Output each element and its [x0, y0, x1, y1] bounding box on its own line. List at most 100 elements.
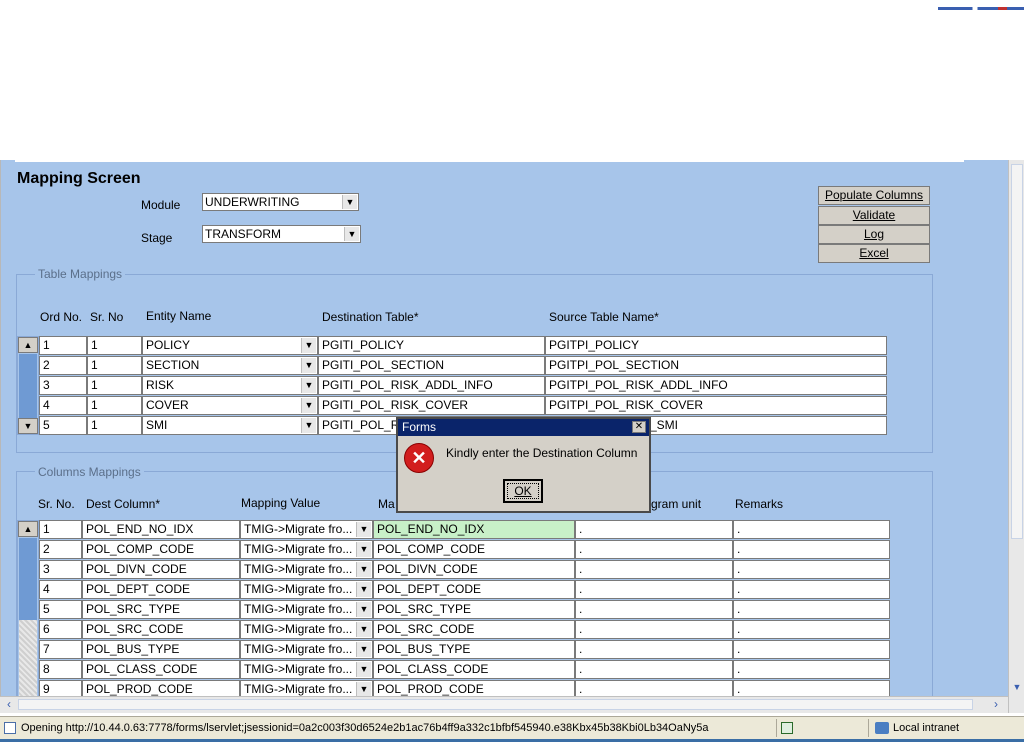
chevron-up-icon[interactable]: ▲	[18, 337, 38, 353]
destination-table-cell[interactable]: PGITI_POL_RISK_ADDL_INFO	[318, 376, 545, 395]
dest-column-cell[interactable]: POL_DEPT_CODE	[82, 580, 240, 599]
program-unit-cell[interactable]: .	[575, 580, 733, 599]
col-sr-no-cell[interactable]: 1	[39, 520, 82, 539]
source-table-cell[interactable]: PGITPI_POL_RISK_ADDL_INFO	[545, 376, 887, 395]
chevron-down-icon[interactable]: ▼	[356, 602, 371, 617]
ord-no-cell[interactable]: 5	[39, 416, 87, 435]
chevron-down-icon[interactable]: ▼	[356, 622, 371, 637]
chevron-down-icon[interactable]: ▼	[301, 378, 316, 393]
chevron-down-icon[interactable]: ▼	[301, 338, 316, 353]
destination-table-cell[interactable]: PGITI_POLICY	[318, 336, 545, 355]
col-sr-no-cell[interactable]: 8	[39, 660, 82, 679]
program-unit-cell[interactable]: .	[575, 600, 733, 619]
program-unit-cell[interactable]: .	[575, 540, 733, 559]
program-unit-cell[interactable]: .	[575, 620, 733, 639]
mapped-column-cell[interactable]: POL_END_NO_IDX	[373, 520, 575, 539]
populate-columns-button[interactable]: Populate Columns	[818, 186, 930, 205]
popup-blocker-icon[interactable]	[781, 722, 793, 734]
hscroll-thumb[interactable]	[18, 699, 973, 710]
ok-button[interactable]: OK	[503, 479, 543, 503]
col-sr-no-cell[interactable]: 4	[39, 580, 82, 599]
chevron-down-icon[interactable]: ▼	[301, 398, 316, 413]
sr-no-cell[interactable]: 1	[87, 416, 142, 435]
sr-no-cell[interactable]: 1	[87, 336, 142, 355]
scrollbar-thumb[interactable]	[19, 538, 37, 620]
destination-table-cell[interactable]: PGITI_POL_SECTION	[318, 356, 545, 375]
table-mappings-scrollbar[interactable]: ▲ ▼	[17, 336, 39, 435]
remarks-cell[interactable]: .	[733, 660, 890, 679]
entity-name-select[interactable]: SMI ▼	[142, 416, 318, 435]
dest-column-cell[interactable]: POL_BUS_TYPE	[82, 640, 240, 659]
excel-button[interactable]: Excel	[818, 244, 930, 263]
entity-name-select[interactable]: POLICY ▼	[142, 336, 318, 355]
chevron-up-icon[interactable]: ▲	[18, 521, 38, 537]
sr-no-cell[interactable]: 1	[87, 376, 142, 395]
mapping-value-select[interactable]: TMIG->Migrate fro... ▼	[240, 600, 373, 619]
source-table-cell[interactable]: PGITPI_POL_RISK_COVER	[545, 396, 887, 415]
mapped-column-cell[interactable]: POL_BUS_TYPE	[373, 640, 575, 659]
sr-no-cell[interactable]: 1	[87, 396, 142, 415]
dest-column-cell[interactable]: POL_COMP_CODE	[82, 540, 240, 559]
entity-name-select[interactable]: SECTION ▼	[142, 356, 318, 375]
program-unit-cell[interactable]: .	[575, 660, 733, 679]
program-unit-cell[interactable]: .	[575, 560, 733, 579]
col-sr-no-cell[interactable]: 2	[39, 540, 82, 559]
mapping-value-select[interactable]: TMIG->Migrate fro... ▼	[240, 620, 373, 639]
remarks-cell[interactable]: .	[733, 600, 890, 619]
scrollbar-track[interactable]	[19, 620, 37, 700]
column-mappings-scrollbar[interactable]: ▲	[17, 520, 39, 700]
chevron-left-icon[interactable]: ‹	[2, 698, 16, 711]
dialog-title-bar[interactable]: Forms	[398, 419, 649, 436]
col-sr-no-cell[interactable]: 7	[39, 640, 82, 659]
source-table-cell[interactable]: PGITPI_POLICY	[545, 336, 887, 355]
sr-no-cell[interactable]: 1	[87, 356, 142, 375]
mapped-column-cell[interactable]: POL_CLASS_CODE	[373, 660, 575, 679]
chevron-down-icon[interactable]: ▼	[356, 642, 371, 657]
chevron-down-icon[interactable]: ▼	[1010, 680, 1024, 694]
mapped-column-cell[interactable]: POL_DIVN_CODE	[373, 560, 575, 579]
chevron-down-icon[interactable]: ▼	[356, 682, 371, 697]
entity-name-select[interactable]: COVER ▼	[142, 396, 318, 415]
chevron-right-icon[interactable]: ›	[989, 698, 1003, 711]
remarks-cell[interactable]: .	[733, 620, 890, 639]
scrollbar-thumb[interactable]	[19, 354, 37, 418]
destination-table-cell[interactable]: PGITI_POL_RISK_COVER	[318, 396, 545, 415]
chevron-down-icon[interactable]: ▼	[301, 418, 316, 433]
remarks-cell[interactable]: .	[733, 560, 890, 579]
chevron-down-icon[interactable]: ▼	[356, 522, 371, 537]
entity-name-select[interactable]: RISK ▼	[142, 376, 318, 395]
chevron-down-icon[interactable]: ▼	[342, 195, 357, 209]
mapping-value-select[interactable]: TMIG->Migrate fro... ▼	[240, 660, 373, 679]
page-scroll-thumb[interactable]	[1011, 164, 1023, 539]
chevron-down-icon[interactable]: ▼	[356, 562, 371, 577]
chevron-down-icon[interactable]: ▼	[18, 418, 38, 434]
horizontal-scrollbar[interactable]: ‹ ›	[0, 696, 1008, 713]
dest-column-cell[interactable]: POL_CLASS_CODE	[82, 660, 240, 679]
stage-select[interactable]: TRANSFORM ▼	[202, 225, 361, 243]
dest-column-cell[interactable]: POL_SRC_TYPE	[82, 600, 240, 619]
dest-column-cell[interactable]: POL_DIVN_CODE	[82, 560, 240, 579]
remarks-cell[interactable]: .	[733, 640, 890, 659]
mapping-value-select[interactable]: TMIG->Migrate fro... ▼	[240, 560, 373, 579]
col-sr-no-cell[interactable]: 6	[39, 620, 82, 639]
validate-button[interactable]: Validate	[818, 206, 930, 225]
close-icon[interactable]: ✕	[632, 421, 646, 433]
ord-no-cell[interactable]: 2	[39, 356, 87, 375]
remarks-cell[interactable]: .	[733, 520, 890, 539]
ord-no-cell[interactable]: 4	[39, 396, 87, 415]
ord-no-cell[interactable]: 3	[39, 376, 87, 395]
chevron-down-icon[interactable]: ▼	[301, 358, 316, 373]
remarks-cell[interactable]: .	[733, 540, 890, 559]
dest-column-cell[interactable]: POL_END_NO_IDX	[82, 520, 240, 539]
page-vertical-scrollbar[interactable]: ▼	[1008, 160, 1024, 713]
mapping-value-select[interactable]: TMIG->Migrate fro... ▼	[240, 520, 373, 539]
mapping-value-select[interactable]: TMIG->Migrate fro... ▼	[240, 540, 373, 559]
dest-column-cell[interactable]: POL_SRC_CODE	[82, 620, 240, 639]
chevron-down-icon[interactable]: ▼	[344, 227, 359, 241]
mapped-column-cell[interactable]: POL_SRC_CODE	[373, 620, 575, 639]
module-select[interactable]: UNDERWRITING ▼	[202, 193, 359, 211]
source-table-cell[interactable]: PGITPI_POL_SECTION	[545, 356, 887, 375]
mapping-value-select[interactable]: TMIG->Migrate fro... ▼	[240, 640, 373, 659]
chevron-down-icon[interactable]: ▼	[356, 662, 371, 677]
mapping-value-select[interactable]: TMIG->Migrate fro... ▼	[240, 580, 373, 599]
